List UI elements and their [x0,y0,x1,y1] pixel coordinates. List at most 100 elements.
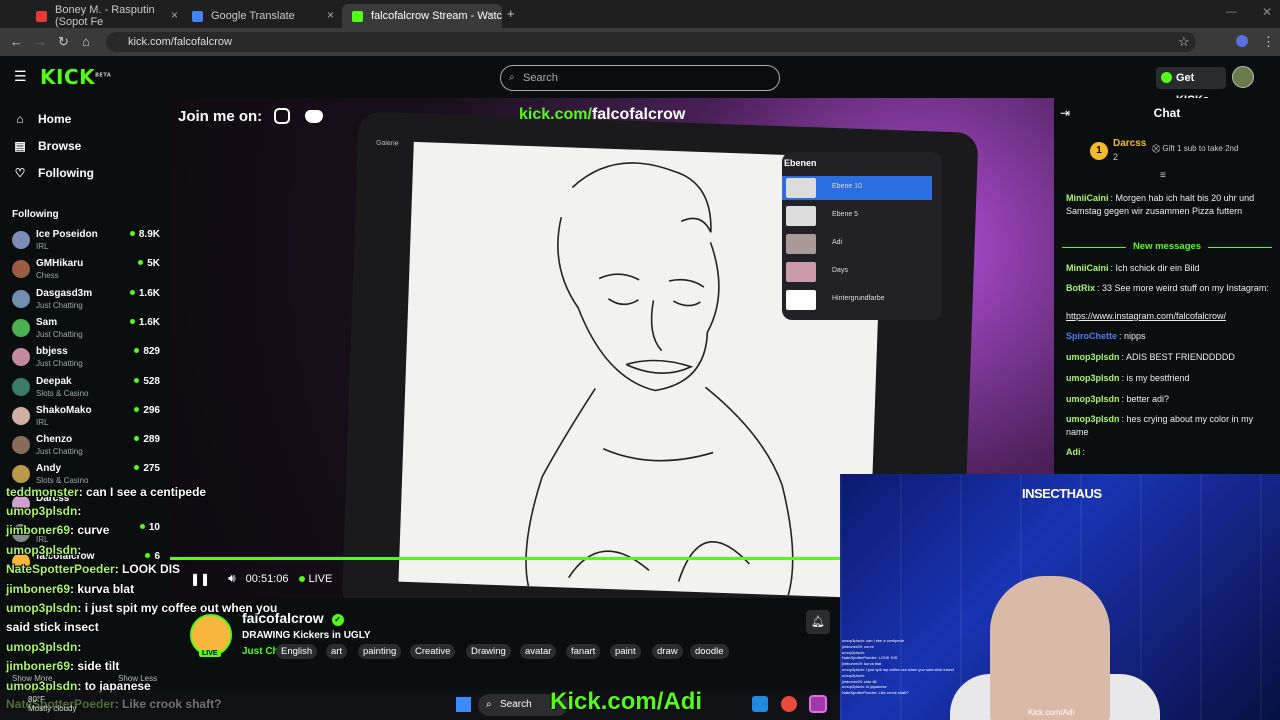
kicks-coin-icon [1161,72,1172,83]
close-icon[interactable]: × [487,8,494,22]
tag-chip[interactable]: art [326,644,348,659]
sidebar-channel[interactable]: bbjess Just Chatting 829 [12,346,160,374]
browser-tab-active[interactable]: falcofalcrow Stream - Watc × [342,4,502,28]
tag-chip[interactable]: Drawing [466,644,511,659]
get-kicks-button[interactable]: Get KICKs [1156,67,1226,106]
chat-text: better adi? [1126,394,1170,404]
webcam-mini-chat: umop3plsdn: can I see a centipede jimbone… [842,638,962,696]
minimize-icon[interactable]: — [1226,6,1237,18]
chat-message: umop3plsdn: ADIS BEST FRIENDDDDD [1066,352,1235,362]
weather-widget[interactable]: 80°F Mostly cloudy [28,690,76,713]
browser-tab[interactable]: Boney M. - Rasputin (Sopot Fe × [26,4,186,28]
site-header: ☰ KICKBETA ⌕ Search Get KICKs [0,56,1280,106]
kick-logo[interactable]: KICKBETA [40,65,111,89]
home-icon[interactable]: ⌂ [82,34,90,49]
sidebar-channel[interactable]: Deepak Slots & Casino 528 [12,376,160,404]
profile-avatar[interactable] [1236,35,1248,47]
close-icon[interactable]: × [171,8,178,22]
layer-thumbnail [786,262,816,282]
insecthaus-sign: INSECTHAUS [1022,486,1102,501]
menu-kebab-icon[interactable]: ⋮ [1262,34,1275,50]
channel-viewers: 5K [138,258,160,269]
tag-chip[interactable]: draw [652,644,683,659]
store-icon[interactable] [752,696,768,712]
close-icon[interactable]: × [327,8,334,22]
sidebar-item-label: Following [38,166,94,180]
channel-avatar [12,260,30,279]
sidebar-item-browse[interactable]: ▤ Browse [12,139,81,153]
channel-viewers: 6 [145,551,160,562]
pinned-user[interactable]: Darcss [1113,138,1146,149]
channel-name: Deepak [36,375,72,387]
chat-username[interactable]: MiniiCaini [1066,193,1109,203]
weather-temp: 80°F [28,695,45,704]
layer-row: Ebene 10 [782,176,932,200]
bookmark-star-icon[interactable]: ☆ [1178,34,1190,50]
tag-chip[interactable]: fanart [566,644,601,659]
browser-tab-bar: Boney M. - Rasputin (Sopot Fe × Google T… [0,0,1280,28]
sidebar-channel[interactable]: GMHikaru Chess 5K [12,258,160,286]
tab-label: falcofalcrow Stream - Watc [371,10,503,22]
channel-name: Ice Poseidon [36,229,98,240]
windows-start-icon[interactable] [456,697,471,712]
pinned-count: 2 [1113,152,1119,162]
channel-viewers: 296 [134,405,160,416]
chat-username[interactable]: umop3plsdn [1066,414,1120,424]
tag-chip[interactable]: avatar [520,644,557,659]
obs-icon[interactable] [809,695,827,713]
sidebar-channel[interactable]: Ice Poseidon IRL 8.9K [12,229,160,257]
search-input[interactable]: ⌕ Search [500,65,780,91]
overlay-chat-line: jimboner69: curve [6,523,110,537]
chat-username[interactable]: umop3plsdn [1066,394,1120,404]
chat-filter-icon[interactable]: ≡ [1160,170,1166,181]
overlay-chat-text: i just spit my coffee out when you [84,601,278,615]
video-progress-bar[interactable] [170,557,842,560]
chat-link[interactable]: https://www.instagram.com/falcofalcrow/ [1066,311,1226,321]
kick-url-channel: falcofalcrow [591,106,686,123]
tag-chip[interactable]: Creative [410,644,456,659]
tag-chip[interactable]: English [276,644,318,659]
chat-username[interactable]: BotRix [1066,283,1095,293]
forward-icon[interactable]: → [34,34,47,49]
hamburger-menu-icon[interactable]: ☰ [14,68,27,85]
channel-category: Just Chatting [36,329,83,339]
sidebar-channel[interactable]: Chenzo Just Chatting 289 [12,434,160,462]
volume-icon[interactable]: 🔊︎ [228,571,236,586]
sidebar-channel[interactable]: ShakoMako IRL 296 [12,405,160,433]
tag-chip[interactable]: painting [358,644,402,659]
pinned-gift[interactable]: ⛒ Gift 1 sub to take 2nd [1152,144,1238,154]
kick-url-domain: kick.com/ [519,106,592,123]
browser-tab[interactable]: Google Translate × [182,4,342,28]
user-avatar[interactable] [1232,66,1254,88]
chrome-icon[interactable] [781,696,797,712]
sidebar-channel[interactable]: Sam Just Chatting 1.6K [12,317,160,345]
url-input[interactable]: kick.com/falcofalcrow [106,32,1196,52]
layer-name: Ebene 10 [832,183,862,190]
search-icon: ⌕ [486,699,492,710]
new-tab-icon[interactable]: + [507,6,515,21]
chat-username[interactable]: SpiroChette [1066,331,1117,341]
overlay-chat-text: kurva blat [77,582,135,596]
overlay-chat-user: teddmonster [6,485,79,499]
channel-viewers: 1.6K [130,317,160,328]
chat-username[interactable]: Adi [1066,447,1081,457]
close-window-icon[interactable]: ✕ [1262,5,1272,19]
layer-row: Ebene 5 [782,204,932,228]
layer-row: Days [782,260,932,284]
chat-username[interactable]: umop3plsdn [1066,373,1120,383]
tag-chip[interactable]: doodle [690,644,729,659]
chat-username[interactable]: MiniiCaini [1066,263,1109,273]
reload-icon[interactable]: ↻ [58,34,69,50]
webcam-overlay: INSECTHAUS umop3plsdn: can I see a centi… [840,474,1280,720]
sidebar-channel[interactable]: Dasgasd3m Just Chatting 1.6K [12,288,160,316]
instagram-icon [274,108,291,124]
channel-avatar [12,436,30,455]
chat-message: MiniiCaini: Morgen hab ich halt bis 20 u… [1066,193,1255,216]
chat-username[interactable]: umop3plsdn [1066,352,1120,362]
sidebar-item-following[interactable]: ♡ Following [12,166,94,180]
tag-chip[interactable]: paint [610,644,641,659]
pause-icon[interactable]: ❚❚ [190,572,210,586]
notification-bell-icon[interactable]: 🔔︎ [806,610,830,634]
sidebar-item-home[interactable]: ⌂ Home [12,112,71,126]
back-icon[interactable]: ← [10,34,23,49]
